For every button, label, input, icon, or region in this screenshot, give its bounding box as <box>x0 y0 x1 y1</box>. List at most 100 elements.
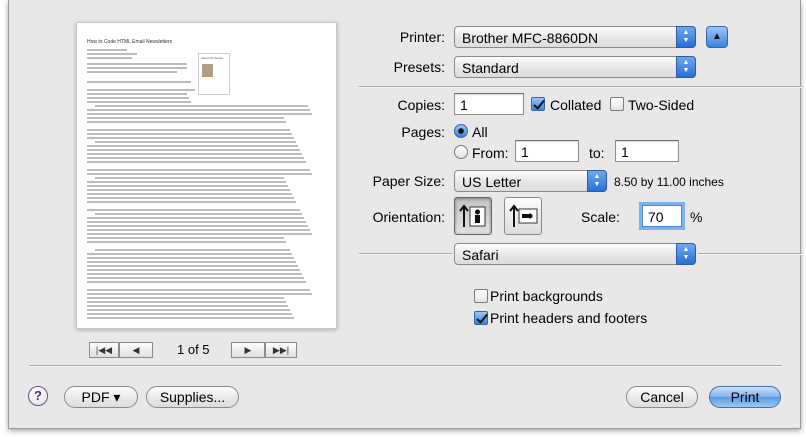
presets-label: Presets: <box>393 59 445 75</box>
preview-line <box>87 129 290 131</box>
preview-line <box>95 105 308 107</box>
cancel-button[interactable]: Cancel <box>626 386 698 408</box>
preview-line <box>87 309 290 311</box>
preview-line <box>87 71 177 73</box>
next-page-button[interactable]: ▶ <box>231 342 265 358</box>
copies-field[interactable]: 1 <box>454 93 524 115</box>
pages-from-value: 1 <box>521 144 529 160</box>
preview-line <box>87 289 310 291</box>
preview-line <box>87 201 296 203</box>
pages-label: Pages: <box>401 124 445 140</box>
pages-all-label: All <box>472 124 488 140</box>
preview-line <box>87 225 308 227</box>
preview-line <box>87 113 312 115</box>
last-page-button[interactable]: ▶▶| <box>265 342 297 358</box>
preview-line <box>87 237 284 239</box>
preview-line <box>87 101 191 103</box>
paper-size-label: Paper Size: <box>372 173 445 189</box>
preview-line <box>87 93 187 95</box>
pdf-menu-button[interactable]: PDF ▾ <box>64 386 138 408</box>
help-button[interactable]: ? <box>28 386 48 406</box>
preview-line <box>87 297 284 299</box>
pages-from-field[interactable]: 1 <box>515 140 579 162</box>
scale-label: Scale: <box>581 209 620 225</box>
preview-line <box>87 253 292 255</box>
collated-checkbox[interactable] <box>531 97 545 111</box>
copies-value: 1 <box>460 97 468 113</box>
pages-to-field[interactable]: 1 <box>615 140 679 162</box>
preview-doc-title: How to Code HTML Email Newsletters <box>87 39 173 45</box>
popup-arrows-icon: ▲ ▼ <box>676 56 696 78</box>
author-photo <box>202 64 213 77</box>
help-icon: ? <box>34 388 42 403</box>
preview-line <box>87 257 294 259</box>
supplies-button[interactable]: Supplies... <box>146 386 239 408</box>
preview-line <box>87 63 187 65</box>
orientation-label: Orientation: <box>372 209 445 225</box>
popup-arrows-icon: ▲ ▼ <box>676 26 696 48</box>
section-value: Safari <box>462 247 499 263</box>
preview-line <box>87 181 286 183</box>
printer-value: Brother MFC-8860DN <box>462 30 599 46</box>
paper-size-popup[interactable]: US Letter ▲ ▼ <box>454 170 607 192</box>
paper-dimensions: 8.50 by 11.00 inches <box>614 175 724 189</box>
preview-line <box>87 117 284 119</box>
preview-line <box>87 145 298 147</box>
previous-page-button[interactable]: ◀ <box>119 342 153 358</box>
section-popup[interactable]: Safari ▲ ▼ <box>454 243 696 265</box>
popup-arrows-icon: ▲ ▼ <box>587 170 607 192</box>
preview-line <box>87 233 312 235</box>
preview-line <box>87 137 294 139</box>
collated-label: Collated <box>550 97 602 113</box>
footer-separator <box>29 365 782 367</box>
preview-line <box>87 67 187 69</box>
presets-popup[interactable]: Standard ▲ ▼ <box>454 56 696 78</box>
printer-popup[interactable]: Brother MFC-8860DN ▲ ▼ <box>454 26 696 48</box>
triangle-up-icon: ▲ <box>712 31 722 42</box>
pages-from-radio[interactable] <box>454 145 468 159</box>
preview-about-title: About the Author <box>201 56 224 60</box>
preview-line <box>87 197 294 199</box>
print-dialog: How to Code HTML Email Newsletters About… <box>8 0 802 429</box>
preview-line <box>87 221 306 223</box>
preview-line <box>87 293 312 295</box>
preview-about-box: About the Author <box>198 53 230 95</box>
printer-label: Printer: <box>399 29 445 45</box>
preview-line <box>87 209 300 211</box>
collapse-disclosure-button[interactable]: ▲ <box>706 26 728 48</box>
separator <box>359 86 802 88</box>
preview-line <box>87 81 191 83</box>
scale-value: 70 <box>648 209 664 225</box>
preview-line <box>87 313 292 315</box>
print-button[interactable]: Print <box>709 386 781 408</box>
landscape-orientation-button[interactable] <box>504 197 542 235</box>
print-backgrounds-checkbox[interactable] <box>474 289 488 303</box>
preview-line <box>95 213 302 215</box>
preview-line <box>87 153 302 155</box>
pages-all-radio[interactable] <box>454 124 468 138</box>
first-page-button[interactable]: |◀◀ <box>89 342 119 358</box>
preview-line <box>87 133 292 135</box>
portrait-orientation-button[interactable] <box>454 197 492 235</box>
scale-field[interactable]: 70 <box>642 205 682 227</box>
separator-left <box>359 253 452 255</box>
preview-line <box>87 49 127 51</box>
preview-line <box>87 269 300 271</box>
print-headers-checkbox[interactable] <box>474 311 488 325</box>
print-headers-label: Print headers and footers <box>490 310 648 326</box>
preview-line <box>87 273 302 275</box>
separator-right <box>698 253 802 255</box>
preview-line <box>87 157 304 159</box>
preview-line <box>87 89 195 91</box>
preview-line <box>87 281 306 283</box>
copies-label: Copies: <box>397 97 445 113</box>
preview-line <box>87 121 286 123</box>
presets-value: Standard <box>462 60 519 76</box>
landscape-icon <box>509 204 538 227</box>
scale-unit: % <box>690 209 703 225</box>
preview-line <box>87 185 288 187</box>
preview-line <box>87 97 189 99</box>
preview-line <box>87 53 137 55</box>
preview-line <box>87 193 292 195</box>
two-sided-checkbox[interactable] <box>610 97 624 111</box>
